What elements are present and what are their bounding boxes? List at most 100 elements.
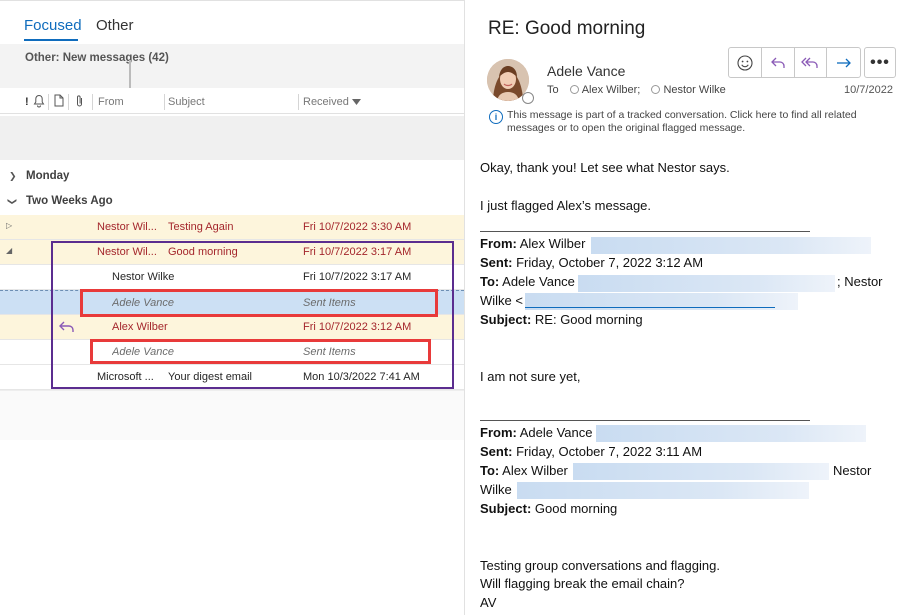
redacted-email [517, 482, 809, 499]
reply-button[interactable] [762, 48, 795, 77]
body-text: Testing group conversations and flagging… [480, 558, 720, 573]
body-text: I just flagged Alex’s message. [480, 198, 652, 213]
reminder-bell-icon[interactable] [33, 94, 45, 111]
redacted-email [591, 237, 871, 254]
value: Alex Wilber [516, 236, 586, 251]
more-actions-button[interactable]: ••• [864, 47, 896, 78]
to-label: To [547, 84, 559, 96]
column-separator [68, 94, 69, 110]
group-label: Two Weeks Ago [26, 195, 113, 207]
recipient-alex[interactable]: Alex Wilber; [582, 84, 641, 96]
value: Adele Vance [516, 425, 593, 440]
body-text: I am not sure yet, [480, 369, 581, 384]
presence-icon [651, 85, 661, 94]
reading-pane: RE: Good morning ••• Adele Vance To Alex… [465, 0, 914, 615]
column-from[interactable]: From [98, 96, 124, 108]
presence-icon [569, 85, 579, 94]
quote-sent: Sent: Friday, October 7, 2022 3:12 AM [480, 255, 703, 270]
forward-button[interactable] [827, 48, 860, 77]
quote-to-line2: Wilke < [480, 293, 523, 308]
group-label: Monday [26, 170, 70, 182]
sender-name[interactable]: Adele Vance [547, 63, 625, 79]
reaction-button[interactable] [729, 48, 762, 77]
message-actions-toolbar [728, 47, 861, 78]
attachment-icon[interactable] [75, 94, 84, 111]
body-text: AV [480, 595, 497, 610]
highlight-box-adele-2 [90, 339, 431, 364]
tab-focused[interactable]: Focused [24, 17, 82, 34]
reply-icon [770, 57, 785, 68]
column-separator [298, 94, 299, 110]
highlight-box-adele-1 [80, 289, 438, 317]
value: Alex Wilber [499, 463, 568, 478]
label: To: [480, 274, 500, 289]
message-date: 10/7/2022 [844, 84, 893, 96]
quote-to-line2: Wilke [480, 482, 512, 497]
reply-all-button[interactable] [795, 48, 828, 77]
reply-all-icon [801, 57, 819, 68]
expand-triangle-icon[interactable]: ▷ [6, 221, 12, 230]
collapse-triangle-icon[interactable]: ◢ [6, 246, 12, 255]
label: Sent: [480, 255, 513, 270]
value: Friday, October 7, 2022 3:12 AM [512, 255, 704, 270]
column-header: ! From Subject Received [0, 90, 464, 114]
redacted-email [573, 463, 829, 480]
label: Subject: [480, 501, 532, 516]
importance-column-icon[interactable]: ! [25, 96, 29, 108]
label: From: [480, 425, 517, 440]
value: RE: Good morning [531, 312, 643, 327]
other-new-messages-text: Other: New messages (42) [25, 52, 169, 64]
quote-to: To: Adele Vance [480, 274, 575, 289]
quote-subject: Subject: Good morning [480, 501, 617, 516]
label: From: [480, 236, 517, 251]
recipients-line: To Alex Wilber; Nestor Wilke [547, 84, 726, 96]
value: Good morning [531, 501, 618, 516]
row-from: Nestor Wil... [97, 221, 157, 233]
message-list-pane: Focused Other Other: New messages (42) !… [0, 0, 464, 615]
pane-splitter-handle[interactable] [129, 60, 131, 88]
email-link-underline[interactable] [525, 307, 775, 308]
value: Adele Vance [499, 274, 575, 289]
forward-arrow-icon [836, 58, 851, 67]
quote-sent: Sent: Friday, October 7, 2022 3:11 AM [480, 444, 702, 459]
row-subject: Testing Again [168, 221, 234, 233]
info-icon: i [489, 110, 503, 124]
recipient-nestor[interactable]: Nestor Wilke [663, 84, 725, 96]
label: To: [480, 463, 500, 478]
quote-to-rest: Nestor [833, 463, 872, 478]
inbox-tabs: Focused Other [0, 0, 464, 44]
tab-other[interactable]: Other [96, 17, 134, 34]
tab-selected-indicator [24, 39, 78, 41]
group-header-monday[interactable]: ❯ Monday [0, 165, 464, 189]
value: Friday, October 7, 2022 3:11 AM [512, 444, 703, 459]
group-header-two-weeks-ago[interactable]: ❯ Two Weeks Ago [0, 190, 464, 214]
list-empty-area [0, 390, 464, 440]
column-received[interactable]: Received [303, 96, 349, 108]
column-subject[interactable]: Subject [168, 96, 205, 108]
chevron-right-icon[interactable]: ❯ [9, 171, 17, 182]
body-text: Okay, thank you! Let see what Nestor say… [480, 160, 730, 175]
list-spacer [0, 116, 464, 160]
redacted-email [578, 275, 835, 292]
chevron-down-icon[interactable]: ❯ [6, 198, 17, 206]
quote-to-rest: ; Nestor [837, 274, 883, 289]
label: Subject: [480, 312, 532, 327]
quote-from: From: Adele Vance [480, 425, 593, 440]
sort-descending-icon[interactable] [352, 96, 361, 108]
message-subject: RE: Good morning [488, 18, 646, 39]
redacted-email [596, 425, 866, 442]
smiley-icon [737, 54, 753, 71]
column-separator [92, 94, 93, 110]
presence-status-icon [522, 92, 534, 104]
message-row[interactable]: ▷ Nestor Wil... Testing Again Fri 10/7/2… [0, 215, 464, 240]
other-notification-bar[interactable]: Other: New messages (42) [0, 44, 464, 88]
column-separator [164, 94, 165, 110]
document-icon[interactable] [54, 94, 64, 110]
infobar-text: This message is part of a tracked conver… [507, 109, 857, 134]
quote-to: To: Alex Wilber [480, 463, 568, 478]
body-text: Will flagging break the email chain? [480, 576, 685, 591]
quote-subject: Subject: RE: Good morning [480, 312, 643, 327]
column-separator [48, 94, 49, 110]
quote-divider [480, 420, 810, 421]
quote-from: From: Alex Wilber [480, 236, 585, 251]
